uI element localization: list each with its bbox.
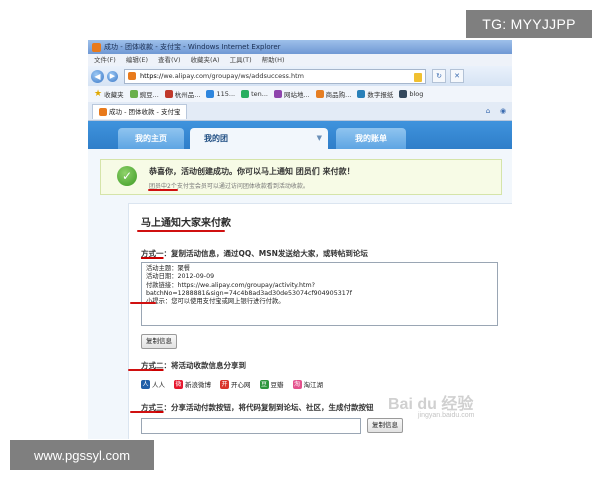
menu-help[interactable]: 帮助(H) <box>262 54 285 66</box>
activity-info-textarea[interactable]: 活动主题：聚餐 活动日期：2012-09-09 付款链接：https://we.… <box>141 262 498 326</box>
watermark-top: TG: MYYJJPP <box>466 10 592 38</box>
share-renren[interactable]: 人人人 <box>141 379 165 389</box>
tab-my-bills[interactable]: 我的账单 <box>336 128 406 149</box>
copy-info-button[interactable]: 复制信息 <box>141 334 177 349</box>
refresh-icon[interactable]: ↻ <box>432 69 446 83</box>
bookmark-icon <box>164 90 173 98</box>
tab-my-groups[interactable]: 我的团 ▼ <box>190 128 328 149</box>
site-nav: 我的主页 我的团 ▼ 我的账单 <box>88 121 512 149</box>
address-bar: ◀ ▶ https://we.alipay.com/groupay/ws/add… <box>88 66 512 86</box>
red-annotation-line <box>148 189 178 191</box>
method-one: 方式一：复制活动信息，通过QQ、MSN发送给大家，或转帖到论坛 <box>141 249 368 258</box>
stop-icon[interactable]: ✕ <box>450 69 464 83</box>
ie-tab-current[interactable]: 成功 - 团体收款 - 支付宝 <box>92 103 188 119</box>
favorites-bar: ★ 收藏夹 豌豆... 杭州品... 115... ten... 网站地... 商… <box>88 86 512 103</box>
red-annotation-line <box>137 230 225 232</box>
share-kaixin[interactable]: 开开心网 <box>220 379 251 389</box>
douban-icon: 豆 <box>259 379 269 389</box>
share-douban[interactable]: 豆豆瓣 <box>259 379 284 389</box>
url-scheme: https:// <box>140 71 164 80</box>
star-icon: ★ <box>94 89 103 99</box>
tab-favicon-icon <box>99 107 107 116</box>
red-annotation-line <box>130 411 156 413</box>
favorite-item[interactable]: blog <box>399 90 423 98</box>
bookmark-icon <box>315 90 324 98</box>
method-three: 方式三：分享活动付款按钮，将代码复制到论坛、社区，生成付款按钮 <box>141 403 374 412</box>
ie-tab-bar: 成功 - 团体收款 - 支付宝 ⌂ ◉ <box>88 102 512 121</box>
favorite-item[interactable]: 网站地... <box>273 89 310 99</box>
bookmark-icon <box>357 90 366 98</box>
share-weibo[interactable]: 微新浪微博 <box>174 379 211 389</box>
favorite-item[interactable]: 数字报纸 <box>357 89 393 99</box>
menu-tools[interactable]: 工具(T) <box>230 54 252 66</box>
chevron-down-icon[interactable]: ▼ <box>317 128 322 149</box>
title-bar: 成功 - 团体收款 - 支付宝 - Windows Internet Explo… <box>88 40 512 54</box>
favorite-item[interactable]: 豌豆... <box>129 89 159 99</box>
share-links: 人人人 微新浪微博 开开心网 豆豆瓣 淘淘江湖 <box>141 379 332 389</box>
taojianghu-icon: 淘 <box>292 379 302 389</box>
browser-window: 成功 - 团体收款 - 支付宝 - Windows Internet Explo… <box>88 40 512 439</box>
panel-title: 马上通知大家来付款 <box>141 218 231 229</box>
window-title: 成功 - 团体收款 - 支付宝 - Windows Internet Explo… <box>104 43 281 51</box>
forward-icon[interactable]: ▶ <box>107 70 118 82</box>
bookmark-icon <box>241 90 250 98</box>
feed-icon[interactable]: ◉ <box>498 106 508 116</box>
page-favicon-icon <box>92 42 101 52</box>
red-annotation-line <box>130 302 156 304</box>
baidu-watermark: Bai du 经验 <box>388 396 474 413</box>
favorite-item[interactable]: 商品购... <box>315 89 351 99</box>
copy-code-button[interactable]: 复制信息 <box>367 418 403 433</box>
red-annotation-line <box>128 369 152 371</box>
method-two: 方式二：将活动收款信息分享到 <box>141 361 246 370</box>
bookmark-icon <box>273 90 282 98</box>
url-text: we.alipay.com/groupay/ws/addsuccess.htm <box>163 71 304 80</box>
weibo-icon: 微 <box>174 379 183 389</box>
baidu-watermark-url: jingyan.baidu.com <box>418 412 475 419</box>
home-icon[interactable]: ⌂ <box>483 106 493 116</box>
tab-home[interactable]: 我的主页 <box>118 128 184 149</box>
bookmark-icon <box>206 90 215 98</box>
favorites-button[interactable]: ★ 收藏夹 <box>94 89 124 99</box>
menu-file[interactable]: 文件(F) <box>94 54 116 66</box>
favorite-item[interactable]: ten... <box>241 90 268 98</box>
kaixin-icon: 开 <box>220 379 229 389</box>
menu-view[interactable]: 查看(V) <box>158 54 181 66</box>
success-title: 恭喜你，活动创建成功。你可以马上通知 团员们 来付款！ <box>149 167 355 176</box>
bookmark-icon <box>399 90 408 98</box>
watermark-bottom: www.pgssyl.com <box>10 440 154 470</box>
favorite-item[interactable]: 115... <box>206 90 235 98</box>
menu-edit[interactable]: 编辑(E) <box>126 54 148 66</box>
lock-icon[interactable] <box>414 72 422 82</box>
favorite-item[interactable]: 杭州品... <box>164 89 200 99</box>
bookmark-icon <box>129 90 138 98</box>
menu-favorites[interactable]: 收藏夹(A) <box>191 54 220 66</box>
back-icon[interactable]: ◀ <box>91 69 104 83</box>
check-icon: ✓ <box>117 166 137 186</box>
url-input[interactable]: https://we.alipay.com/groupay/ws/addsucc… <box>124 68 426 84</box>
share-taojianghu[interactable]: 淘淘江湖 <box>292 379 323 389</box>
renren-icon: 人 <box>141 379 150 389</box>
button-code-input[interactable] <box>141 418 361 434</box>
site-favicon-icon <box>128 72 136 80</box>
